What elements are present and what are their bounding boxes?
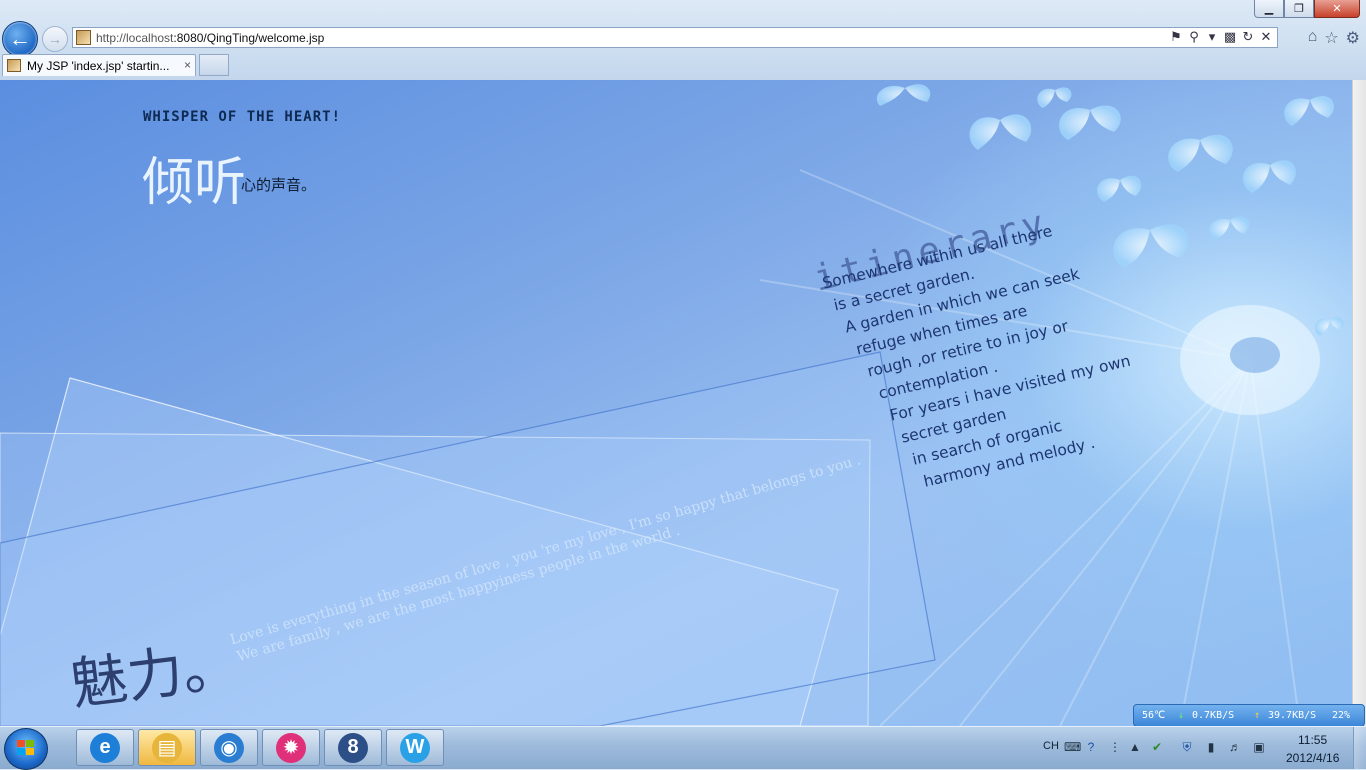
address-bar[interactable]: http://localhost:8080/QingTing/welcome.j… [72, 27, 1278, 48]
window-controls: ▁ ❐ ✕ [1254, 0, 1360, 18]
address-tools: ⚑ ⚲ ▾ ▩ ↻ ✕ [1169, 29, 1273, 45]
forward-button[interactable]: → [42, 26, 68, 52]
show-desktop-button[interactable] [1353, 727, 1366, 769]
upload-arrow-icon: ↑ [1254, 710, 1261, 721]
shield-icon[interactable]: ⛨ [1180, 740, 1194, 754]
stop-icon[interactable]: ✕ [1259, 29, 1273, 45]
page-favicon-icon [76, 30, 91, 45]
pinwheel-app-icon: ✹ [276, 732, 306, 763]
new-tab-button[interactable] [199, 54, 229, 76]
download-speed: 0.7KB/S [1192, 710, 1235, 721]
help-icon[interactable]: ? [1084, 740, 1098, 754]
tab-close-icon[interactable]: × [184, 58, 191, 72]
tab-row: My JSP 'index.jsp' startin... × [0, 53, 1366, 77]
temperature-readout: 56℃ [1142, 710, 1166, 721]
rss-icon[interactable]: ▩ [1223, 29, 1237, 45]
maximize-button[interactable]: ❐ [1284, 0, 1314, 18]
volume-icon[interactable]: ♬ [1228, 740, 1242, 754]
dropdown-icon[interactable]: ▾ [1205, 29, 1219, 45]
taskbar-app-internet-explorer[interactable]: e [76, 729, 134, 766]
upload-speed: 39.7KB/S [1268, 710, 1317, 721]
close-button[interactable]: ✕ [1314, 0, 1360, 18]
system-tray: CH ⌨ ? ⋮ ▲ ✔ ⛨ ▮ ♬ ▣ 11:55 2012/4/16 [1040, 727, 1366, 769]
back-button[interactable]: ← [2, 21, 38, 57]
taskbar-app-file-explorer[interactable]: ▤ [138, 729, 196, 766]
address-url[interactable]: http://localhost:8080/QingTing/welcome.j… [96, 31, 324, 45]
clock-time[interactable]: 11:55 [1298, 733, 1327, 747]
security-icon[interactable]: ✔ [1150, 740, 1164, 754]
favorites-icon[interactable]: ☆ [1324, 28, 1338, 48]
forward-arrow-icon: → [48, 31, 62, 47]
download-arrow-icon: ↓ [1178, 710, 1185, 721]
taskbar-app-pinwheel-app[interactable]: ✹ [262, 729, 320, 766]
page-subtitle: 心的声音。 [241, 177, 317, 194]
language-indicator[interactable]: CH [1043, 740, 1059, 752]
clock-date[interactable]: 2012/4/16 [1286, 751, 1339, 765]
cpu-readout: 22% [1332, 710, 1351, 721]
browser-chrome: ▁ ❐ ✕ ← → http://localhost:8080/QingTing… [0, 0, 1366, 81]
device-icon[interactable]: ▮ [1204, 740, 1218, 754]
whisper-heading: WHISPER OF THE HEART! [143, 109, 342, 125]
tools-icon[interactable]: ⚙ [1346, 28, 1360, 48]
vertical-scrollbar[interactable] [1352, 80, 1366, 726]
globe-app-icon: ◉ [214, 732, 244, 763]
tab-active[interactable]: My JSP 'index.jsp' startin... × [2, 54, 196, 76]
keyboard-icon[interactable]: ⌨ [1064, 740, 1081, 754]
show-hidden-icons[interactable]: ▲ [1128, 740, 1142, 754]
taskbar-app-word-app[interactable]: W [386, 729, 444, 766]
taskbar: CH ⌨ ? ⋮ ▲ ✔ ⛨ ▮ ♬ ▣ 11:55 2012/4/16 e ▤ ◉… [0, 726, 1366, 770]
eclipse-like-app-icon: 8 [338, 732, 368, 763]
net-monitor-widget[interactable]: 56℃ ↓ 0.7KB/S ↑ 39.7KB/S 22% [1133, 704, 1365, 727]
minimize-button[interactable]: ▁ [1254, 0, 1284, 18]
nav-tools: ⌂ ☆ ⚙ [1308, 28, 1360, 48]
file-explorer-icon: ▤ [152, 732, 182, 763]
tab-title: My JSP 'index.jsp' startin... [27, 59, 170, 73]
ime-settings-icon[interactable]: ⋮ [1108, 740, 1122, 754]
internet-explorer-icon: e [90, 732, 120, 763]
taskbar-app-eclipse-like-app[interactable]: 8 [324, 729, 382, 766]
word-app-icon: W [400, 732, 430, 763]
page-content: WHISPER OF THE HEART! 倾听 心的声音。 itinerary… [0, 80, 1352, 726]
tab-favicon-icon [7, 59, 21, 72]
taskbar-app-globe-app[interactable]: ◉ [200, 729, 258, 766]
network-icon[interactable]: ▣ [1252, 740, 1266, 754]
home-icon[interactable]: ⌂ [1308, 28, 1318, 48]
refresh-icon[interactable]: ↻ [1241, 29, 1255, 45]
compat-view-icon[interactable]: ⚑ [1169, 29, 1183, 45]
back-arrow-icon: ← [9, 26, 31, 51]
url-path: :8080/QingTing/welcome.jsp [173, 31, 325, 45]
search-icon[interactable]: ⚲ [1187, 29, 1201, 45]
windows-logo-icon [17, 740, 35, 757]
start-button[interactable] [4, 728, 48, 770]
url-host: http://localhost [96, 31, 174, 45]
page-title-big: 倾听 [142, 153, 247, 213]
